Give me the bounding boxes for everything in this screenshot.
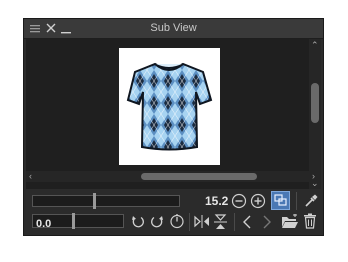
scroll-left-icon[interactable]: ‹ — [29, 171, 32, 181]
zoom-slider-handle[interactable] — [93, 193, 96, 209]
window-title: Sub View — [150, 22, 197, 34]
zoom-value: 15.2 — [205, 194, 229, 208]
flip-vertical-icon[interactable] — [213, 214, 228, 230]
previous-image-icon[interactable] — [241, 214, 253, 230]
divider — [296, 192, 297, 210]
divider — [234, 213, 235, 231]
scroll-up-icon[interactable]: ⌃ — [311, 40, 319, 50]
next-image-icon[interactable] — [261, 214, 273, 230]
horizontal-scrollbar[interactable]: ‹ › — [26, 171, 321, 182]
rotation-slider-handle[interactable] — [72, 213, 75, 229]
horizontal-scroll-thumb[interactable] — [141, 173, 257, 180]
reset-rotation-icon[interactable] — [169, 213, 185, 229]
rotate-left-icon[interactable] — [131, 214, 145, 229]
divider — [189, 213, 190, 231]
shirt-image — [126, 62, 213, 151]
zoom-row: 15.2 — [24, 190, 323, 212]
rotation-row: 0.0 — [24, 211, 323, 233]
zoom-in-icon[interactable] — [250, 193, 266, 209]
trash-icon[interactable] — [303, 213, 317, 229]
sub-view-panel: Sub View ⌃ ⌄ ‹ › 15.2 0.0 — [23, 18, 324, 236]
eyedropper-icon[interactable] — [303, 193, 319, 209]
open-folder-icon[interactable] — [281, 214, 299, 229]
scroll-right-icon[interactable]: › — [312, 171, 315, 181]
fit-to-window-button[interactable] — [271, 191, 290, 210]
vertical-scroll-thumb[interactable] — [311, 83, 319, 123]
zoom-out-icon[interactable] — [231, 193, 247, 209]
fit-to-window-icon — [274, 194, 287, 206]
preview-area[interactable] — [26, 39, 309, 189]
image-canvas[interactable] — [119, 48, 220, 165]
rotation-slider[interactable]: 0.0 — [32, 213, 124, 230]
flip-horizontal-icon[interactable] — [194, 214, 210, 229]
vertical-scrollbar[interactable]: ⌃ ⌄ — [309, 39, 321, 189]
rotate-right-icon[interactable] — [150, 214, 164, 229]
zoom-slider[interactable] — [32, 193, 180, 209]
rotation-value: 0.0 — [36, 218, 52, 230]
title-bar: Sub View — [24, 19, 323, 39]
